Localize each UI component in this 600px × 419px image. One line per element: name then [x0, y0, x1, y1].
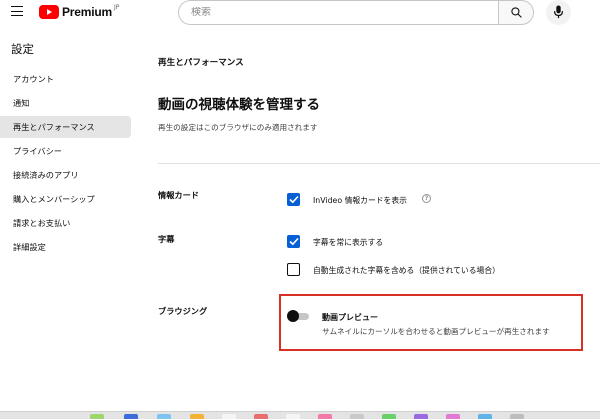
youtube-premium-logo[interactable]: Premium JP	[39, 4, 119, 20]
search-box	[178, 0, 498, 25]
video-preview-toggle[interactable]	[287, 310, 309, 322]
sidebar-item-purchases[interactable]: 購入とメンバーシップ	[0, 188, 131, 210]
help-icon[interactable]: ?	[422, 194, 431, 203]
mic-icon	[553, 5, 564, 19]
always-show-captions-checkbox[interactable]	[287, 235, 300, 248]
divider	[158, 163, 600, 164]
sidebar-item-notifications[interactable]: 通知	[0, 92, 131, 114]
dock-app-icon[interactable]	[318, 414, 332, 419]
top-header: Premium JP	[0, 0, 600, 26]
dock-app-icon[interactable]	[478, 414, 492, 419]
dock-app-icon[interactable]	[414, 414, 428, 419]
menu-icon[interactable]	[11, 6, 23, 17]
sidebar-item-playback[interactable]: 再生とパフォーマンス	[0, 116, 131, 138]
toggle-knob	[287, 310, 299, 322]
check-icon	[288, 237, 299, 246]
dock-app-icon[interactable]	[286, 414, 300, 419]
dock-app-icon[interactable]	[124, 414, 138, 419]
sidebar-item-connected-apps[interactable]: 接続済みのアプリ	[0, 164, 131, 186]
section-subtitle: 再生とパフォーマンス	[158, 58, 244, 68]
logo-text: Premium	[62, 5, 112, 19]
info-cards-option-label: InVideo 情報カードを表示	[313, 196, 407, 205]
auto-captions-label: 自動生成された字幕を含める（提供されている場合）	[313, 266, 500, 275]
check-icon	[288, 195, 299, 204]
dock-app-icon[interactable]	[350, 414, 364, 419]
sidebar-item-account[interactable]: アカウント	[0, 68, 131, 90]
info-cards-label: 情報カード	[158, 190, 199, 200]
page-description: 再生の設定はこのブラウザにのみ適用されます	[158, 123, 318, 132]
page-heading: 動画の視聴体験を管理する	[158, 97, 320, 113]
search-input[interactable]	[191, 7, 498, 18]
sidebar-item-billing[interactable]: 請求とお支払い	[0, 212, 131, 234]
dock-app-icon[interactable]	[222, 414, 236, 419]
search-icon	[511, 7, 522, 18]
youtube-play-icon	[39, 5, 59, 19]
voice-search-button[interactable]	[546, 0, 571, 25]
browsing-label: ブラウジング	[158, 306, 208, 316]
sidebar-item-privacy[interactable]: プライバシー	[0, 140, 131, 162]
video-preview-title: 動画プレビュー	[322, 313, 378, 322]
sidebar-item-advanced[interactable]: 詳細設定	[0, 236, 131, 258]
captions-label: 字幕	[158, 234, 175, 244]
dock-app-icon[interactable]	[510, 414, 524, 419]
info-cards-checkbox[interactable]	[287, 193, 300, 206]
logo-region: JP	[113, 4, 120, 11]
video-preview-description: サムネイルにカーソルを合わせると動画プレビューが再生されます	[322, 327, 550, 336]
auto-captions-checkbox[interactable]	[287, 263, 300, 276]
dock-strip	[0, 411, 600, 419]
search-button[interactable]	[498, 0, 534, 25]
dock-app-icon[interactable]	[254, 414, 268, 419]
always-show-captions-label: 字幕を常に表示する	[313, 238, 384, 247]
dock-app-icon[interactable]	[190, 414, 204, 419]
dock-app-icon[interactable]	[90, 414, 104, 419]
settings-title: 設定	[11, 42, 34, 56]
dock-app-icon[interactable]	[382, 414, 396, 419]
dock-app-icon[interactable]	[157, 414, 171, 419]
settings-page: Premium JP 設定 アカウント 通知 再生とパフォーマンス プライバシー…	[0, 0, 600, 419]
dock-app-icon[interactable]	[446, 414, 460, 419]
